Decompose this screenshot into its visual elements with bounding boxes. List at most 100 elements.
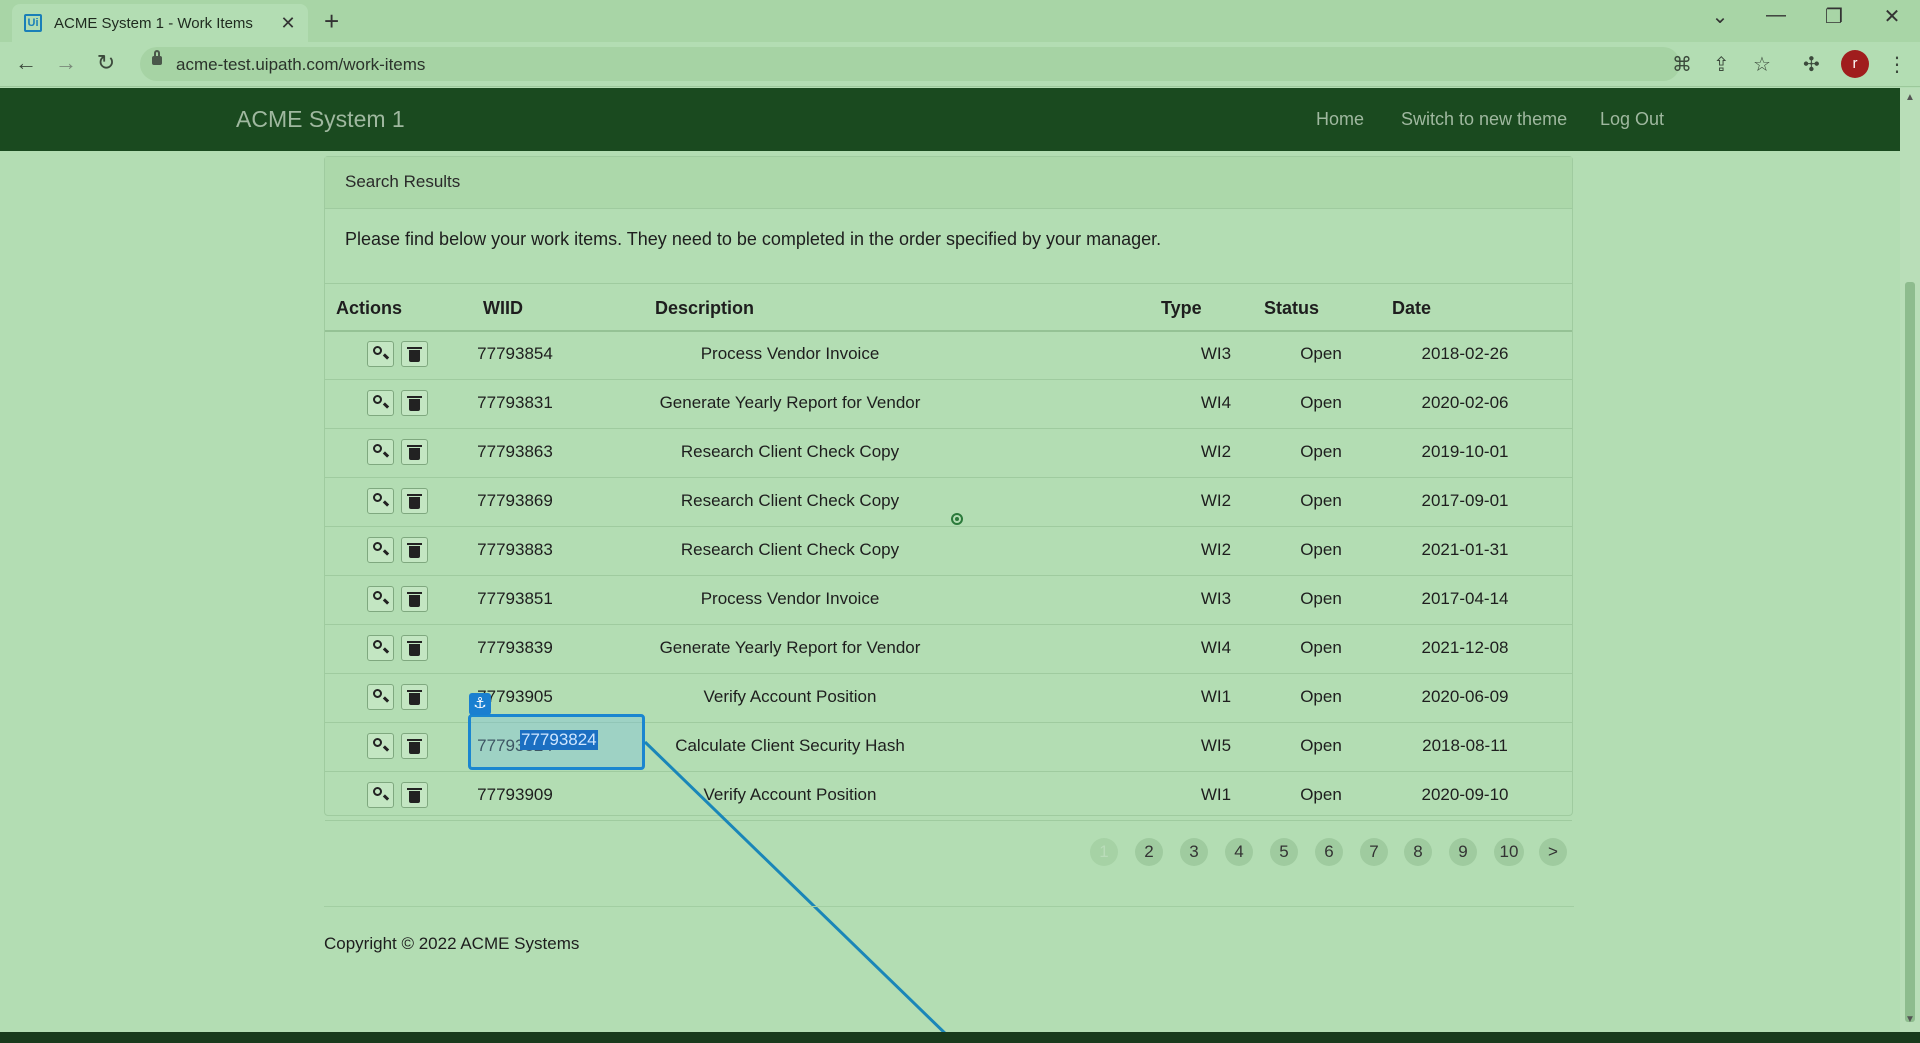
nav-home-link[interactable]: Home <box>1316 109 1364 130</box>
page-button-6[interactable]: 6 <box>1315 838 1343 866</box>
close-window-icon[interactable]: ✕ <box>1872 4 1912 29</box>
view-search-icon[interactable] <box>367 488 394 514</box>
view-search-icon[interactable] <box>367 782 394 808</box>
extensions-puzzle-icon[interactable]: ✣ <box>1803 52 1820 77</box>
scroll-down-arrow-icon[interactable]: ▼ <box>1905 1014 1915 1025</box>
delete-trash-icon[interactable] <box>401 341 428 367</box>
cell-date: 2019-10-01 <box>1421 442 1509 461</box>
view-search-icon[interactable] <box>367 439 394 465</box>
table-row: 77793863 Research Client Check Copy WI2 … <box>325 428 1572 478</box>
cell-wiid: 77793839 <box>477 638 553 657</box>
cell-wiid: 77793883 <box>477 540 553 559</box>
share-icon[interactable]: ⇪ <box>1713 52 1730 77</box>
cell-status: Open <box>1300 540 1342 559</box>
cell-type: WI2 <box>1200 540 1232 559</box>
cell-description: Calculate Client Security Hash <box>675 736 905 755</box>
cell-status: Open <box>1300 736 1342 755</box>
cell-description: Research Client Check Copy <box>680 491 900 510</box>
browser-tab[interactable]: Ui ACME System 1 - Work Items ✕ <box>12 4 308 42</box>
cell-date: 2018-02-26 <box>1421 344 1509 363</box>
delete-trash-icon[interactable] <box>401 586 428 612</box>
cell-date: 2018-08-11 <box>1422 736 1508 755</box>
page-button-5[interactable]: 5 <box>1270 838 1298 866</box>
cell-status: Open <box>1300 344 1342 363</box>
restore-window-icon[interactable]: ❐ <box>1814 4 1854 29</box>
delete-trash-icon[interactable] <box>401 635 428 661</box>
header-type: Type <box>1161 298 1202 318</box>
selected-wiid-text: 77793824 <box>520 730 598 750</box>
cell-date: 2020-02-06 <box>1421 393 1509 412</box>
table-row: 77793869 Research Client Check Copy WI2 … <box>325 477 1572 527</box>
view-search-icon[interactable] <box>367 586 394 612</box>
table-row: 77793854 Process Vendor Invoice WI3 Open… <box>325 330 1572 380</box>
scrollbar-thumb[interactable] <box>1905 282 1915 1022</box>
delete-trash-icon[interactable] <box>401 733 428 759</box>
uipath-favicon-icon: Ui <box>24 14 42 32</box>
header-description: Description <box>655 298 755 318</box>
close-tab-icon[interactable]: ✕ <box>278 13 298 34</box>
cell-wiid: 77793831 <box>477 393 553 412</box>
delete-trash-icon[interactable] <box>401 684 428 710</box>
delete-trash-icon[interactable] <box>401 390 428 416</box>
page-button-2[interactable]: 2 <box>1135 838 1163 866</box>
header-actions: Actions <box>336 298 403 318</box>
new-tab-button[interactable]: + <box>324 6 339 37</box>
scroll-up-arrow-icon[interactable]: ▲ <box>1905 92 1915 103</box>
page-button-4[interactable]: 4 <box>1225 838 1253 866</box>
cell-description: Generate Yearly Report for Vendor <box>659 393 921 412</box>
next-page-button[interactable]: > <box>1539 838 1567 866</box>
cell-status: Open <box>1300 638 1342 657</box>
page-button-10[interactable]: 10 <box>1494 838 1524 866</box>
delete-trash-icon[interactable] <box>401 488 428 514</box>
profile-avatar[interactable]: r <box>1841 50 1869 78</box>
os-taskbar <box>0 1032 1920 1043</box>
address-bar[interactable]: acme-test.uipath.com/work-items <box>140 47 1680 81</box>
delete-trash-icon[interactable] <box>401 439 428 465</box>
view-search-icon[interactable] <box>367 684 394 710</box>
translate-icon[interactable]: ⌘ <box>1672 52 1692 77</box>
cell-type: WI4 <box>1200 393 1232 412</box>
page-button-1[interactable]: 1 <box>1090 838 1118 866</box>
cell-wiid: 77793905 <box>477 687 553 706</box>
url-text[interactable]: acme-test.uipath.com/work-items <box>176 55 425 75</box>
page-button-3[interactable]: 3 <box>1180 838 1208 866</box>
reload-icon[interactable]: ↻ <box>92 50 120 76</box>
minimize-window-icon[interactable]: — <box>1756 4 1796 27</box>
view-search-icon[interactable] <box>367 733 394 759</box>
view-search-icon[interactable] <box>367 341 394 367</box>
cell-status: Open <box>1300 393 1342 412</box>
app-brand[interactable]: ACME System 1 <box>236 106 405 133</box>
cell-date: 2021-12-08 <box>1421 638 1509 657</box>
app-navbar: ACME System 1 Home Switch to new theme L… <box>0 88 1900 151</box>
header-wiid: WIID <box>483 298 523 318</box>
cell-date: 2017-04-14 <box>1421 589 1509 608</box>
header-status: Status <box>1264 298 1320 318</box>
cell-type: WI3 <box>1200 344 1232 363</box>
page-button-7[interactable]: 7 <box>1360 838 1388 866</box>
page-button-8[interactable]: 8 <box>1404 838 1432 866</box>
cell-status: Open <box>1300 687 1342 706</box>
table-row: 77793909 Verify Account Position WI1 Ope… <box>325 771 1572 821</box>
view-search-icon[interactable] <box>367 390 394 416</box>
delete-trash-icon[interactable] <box>401 782 428 808</box>
table-row: 77793851 Process Vendor Invoice WI3 Open… <box>325 575 1572 625</box>
cell-date: 2020-09-10 <box>1421 785 1509 804</box>
cell-type: WI3 <box>1200 589 1232 608</box>
view-search-icon[interactable] <box>367 635 394 661</box>
tab-search-chevron-icon[interactable]: ⌄ <box>1700 4 1740 29</box>
back-arrow-icon[interactable]: ← <box>12 50 40 76</box>
page-button-9[interactable]: 9 <box>1449 838 1477 866</box>
anchor-icon[interactable]: ⚓ <box>469 693 491 715</box>
cell-description: Process Vendor Invoice <box>700 344 880 363</box>
view-search-icon[interactable] <box>367 537 394 563</box>
cell-description: Verify Account Position <box>703 785 877 804</box>
nav-switch-theme-link[interactable]: Switch to new theme <box>1401 109 1567 130</box>
cell-wiid: 77793909 <box>477 785 553 804</box>
browser-menu-icon[interactable]: ⋮ <box>1887 52 1907 77</box>
footer-divider <box>324 906 1574 907</box>
cell-wiid: 77793869 <box>477 491 553 510</box>
bookmark-star-icon[interactable]: ☆ <box>1753 52 1771 77</box>
forward-arrow-icon[interactable]: → <box>52 50 80 76</box>
delete-trash-icon[interactable] <box>401 537 428 563</box>
nav-logout-link[interactable]: Log Out <box>1600 109 1664 130</box>
